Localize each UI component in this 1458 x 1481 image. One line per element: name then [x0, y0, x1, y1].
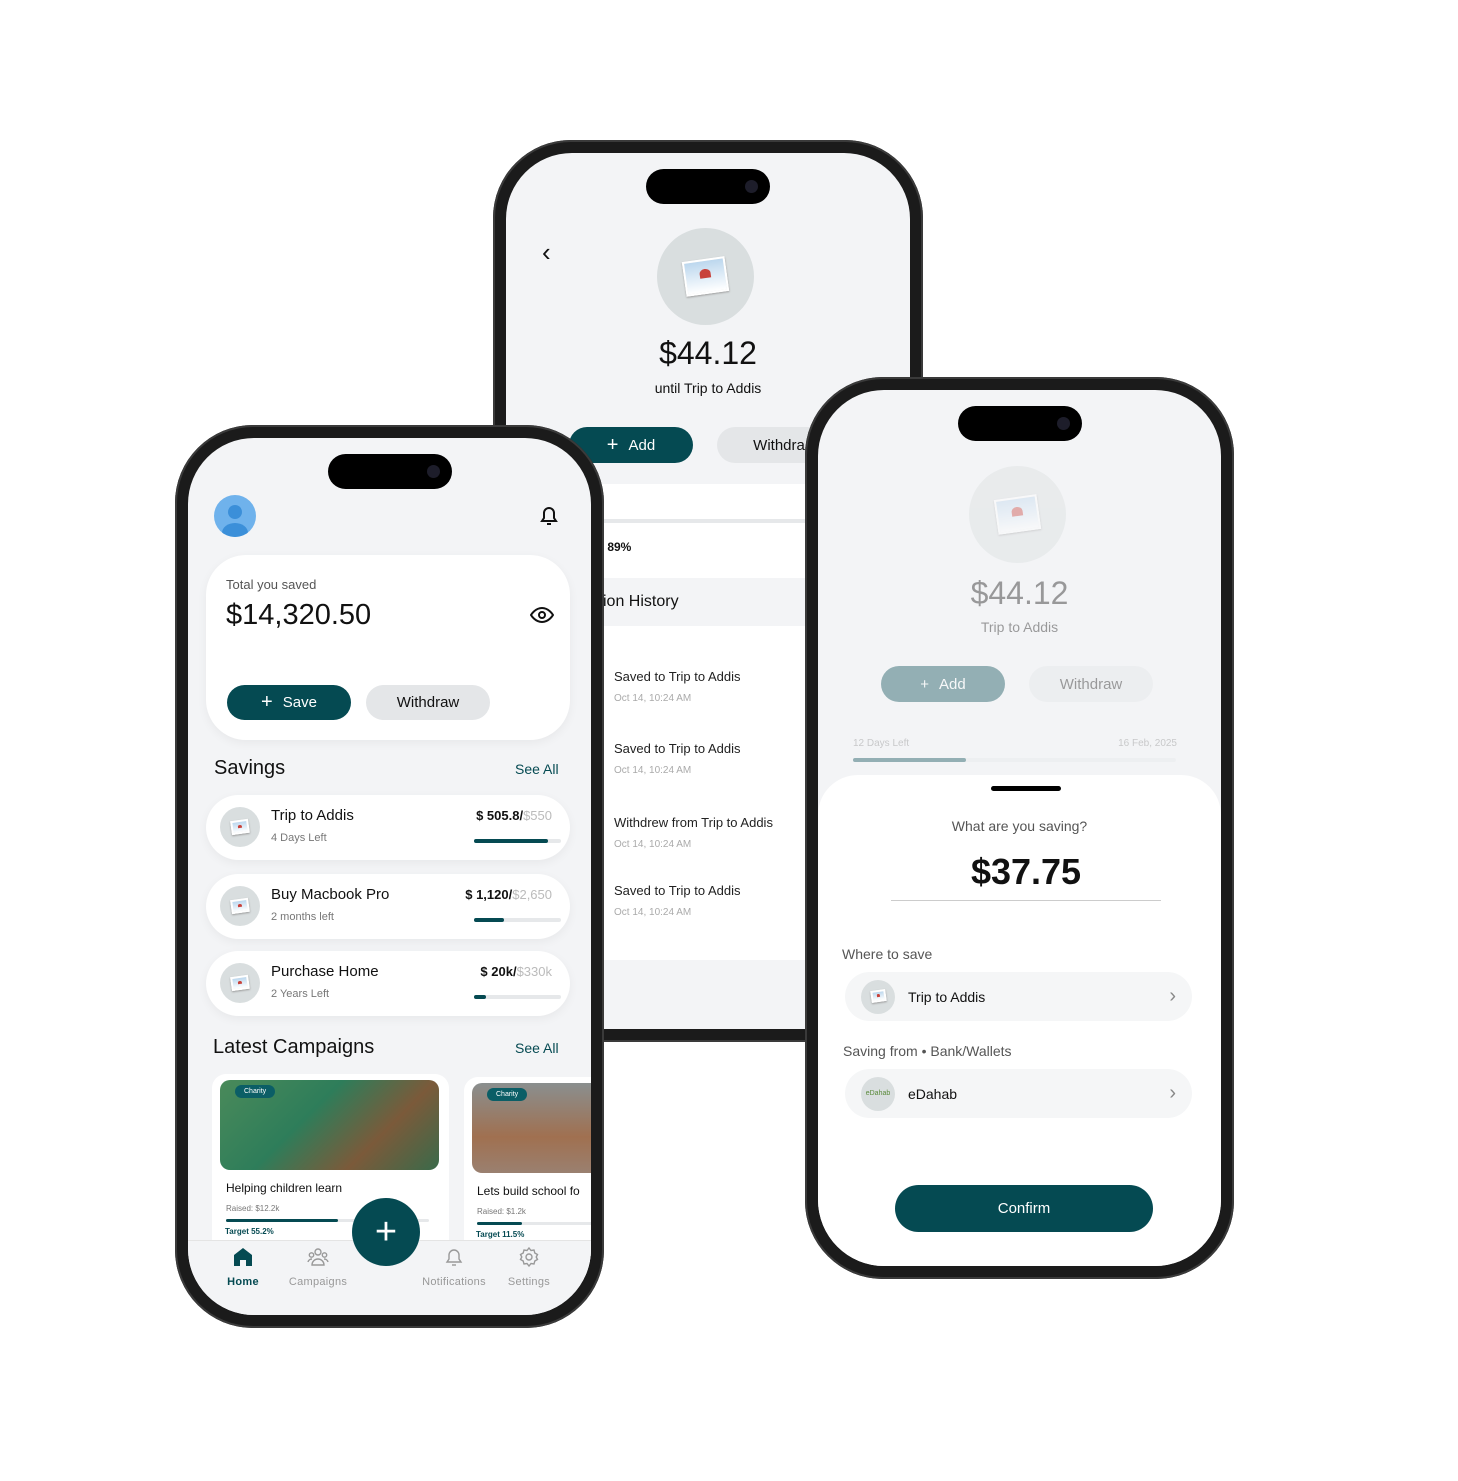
- campaign-image: Charity: [220, 1080, 439, 1170]
- saving-amount: $ 1,120/$2,650: [465, 887, 552, 902]
- bg-withdraw-button: Withdraw: [1029, 666, 1153, 702]
- campaign-progress: [477, 1222, 591, 1225]
- bg-add-button: + Add: [881, 666, 1005, 702]
- saving-title: Purchase Home: [271, 963, 379, 980]
- from-label: Saving from • Bank/Wallets: [843, 1043, 1012, 1059]
- campaign-title: Helping children learn: [226, 1181, 343, 1195]
- confirm-button[interactable]: Confirm: [895, 1185, 1153, 1232]
- savings-see-all[interactable]: See All: [515, 761, 559, 777]
- people-icon: [307, 1248, 329, 1266]
- eye-icon[interactable]: [530, 607, 554, 623]
- edahab-logo: eDahab: [861, 1076, 895, 1111]
- total-label: Total you saved: [226, 577, 317, 592]
- where-select[interactable]: Trip to Addis ›: [845, 972, 1192, 1021]
- goal-thumb: [861, 979, 895, 1014]
- campaign-tag: Charity: [487, 1088, 528, 1101]
- saving-progress: [474, 995, 561, 999]
- bottom-sheet: What are you saving? $37.75 Where to sav…: [818, 775, 1221, 1266]
- question-label: What are you saving?: [951, 818, 1088, 834]
- dynamic-island: [646, 169, 770, 204]
- saving-subtitle: 2 Years Left: [271, 988, 330, 1000]
- plus-icon: +: [261, 691, 273, 713]
- home-icon: [234, 1248, 252, 1266]
- bg-subtitle: Trip to Addis: [980, 619, 1059, 635]
- phone-save-sheet: $44.12 Trip to Addis + Add Withdraw 12 Da…: [805, 377, 1234, 1279]
- where-label: Where to save: [842, 946, 933, 962]
- campaigns-see-all[interactable]: See All: [515, 1040, 559, 1056]
- save-button[interactable]: + Save: [227, 685, 351, 720]
- saving-title: Trip to Addis: [271, 807, 354, 824]
- history-title: ion History: [603, 593, 679, 610]
- transaction-item[interactable]: Saved to Trip to Addis Oct 14, 10:24 AM: [614, 883, 740, 918]
- total-amount: $14,320.50: [226, 599, 372, 631]
- back-icon[interactable]: ‹: [542, 237, 551, 268]
- chevron-right-icon: ›: [1169, 1082, 1176, 1104]
- bell-icon[interactable]: [537, 503, 561, 527]
- gear-icon: [519, 1246, 539, 1268]
- dynamic-island: [327, 454, 452, 489]
- saving-icon: [220, 886, 260, 926]
- saving-item[interactable]: Trip to Addis 4 Days Left $ 505.8/$550: [206, 795, 570, 860]
- campaign-raised: Raised: $1.2k: [477, 1207, 526, 1216]
- saving-title: Buy Macbook Pro: [271, 886, 390, 903]
- bell-icon: [445, 1249, 463, 1266]
- phone-home: Total you saved $14,320.50 + Save Withdra…: [175, 425, 604, 1328]
- days-left: 12 Days Left: [853, 738, 910, 749]
- goal-amount: $44.12: [659, 335, 757, 371]
- target-label: t 89%: [600, 540, 632, 554]
- savings-title: Savings: [214, 757, 286, 779]
- nav-campaigns[interactable]: Campaigns: [283, 1246, 353, 1288]
- save-screen: $44.12 Trip to Addis + Add Withdraw 12 Da…: [818, 390, 1221, 1266]
- transaction-item[interactable]: Withdrew from Trip to Addis Oct 14, 10:24…: [614, 815, 773, 850]
- balance-card: Total you saved $14,320.50 + Save Withdra…: [206, 555, 570, 740]
- saving-amount: $ 20k/$330k: [480, 964, 552, 979]
- chevron-right-icon: ›: [1169, 985, 1176, 1007]
- campaign-title: Lets build school fo: [477, 1184, 580, 1198]
- plus-icon: +: [606, 433, 619, 456]
- withdraw-button[interactable]: Withdraw: [366, 685, 490, 720]
- campaign-image: Charity: [472, 1083, 591, 1173]
- plus-icon: +: [374, 1210, 398, 1253]
- from-select[interactable]: eDahab eDahab ›: [845, 1069, 1192, 1118]
- nav-settings[interactable]: Settings: [494, 1246, 564, 1288]
- transaction-item[interactable]: Saved to Trip to Addis Oct 14, 10:24 AM: [614, 741, 740, 776]
- bg-progress-bar: [853, 758, 1176, 762]
- fab-add-button[interactable]: +: [352, 1198, 420, 1266]
- campaign-target: Target 11.5%: [476, 1230, 525, 1239]
- goal-avatar: [657, 228, 754, 325]
- photo-icon: [681, 256, 730, 297]
- saving-amount: $ 505.8/$550: [476, 808, 552, 823]
- goal-avatar: [969, 466, 1066, 563]
- saving-icon: [220, 807, 260, 847]
- saving-subtitle: 4 Days Left: [271, 832, 327, 844]
- campaign-target: Target 55.2%: [225, 1227, 274, 1236]
- campaign-raised: Raised: $12.2k: [226, 1204, 280, 1213]
- goal-date: 16 Feb, 2025: [1118, 738, 1177, 749]
- saving-item[interactable]: Purchase Home 2 Years Left $ 20k/$330k: [206, 951, 570, 1016]
- home-screen: Total you saved $14,320.50 + Save Withdra…: [188, 438, 591, 1315]
- bg-amount: $44.12: [970, 575, 1069, 611]
- campaigns-title: Latest Campaigns: [213, 1036, 375, 1058]
- saving-subtitle: 2 months left: [271, 911, 334, 923]
- saving-item[interactable]: Buy Macbook Pro 2 months left $ 1,120/$2…: [206, 874, 570, 939]
- sheet-handle[interactable]: [991, 786, 1061, 791]
- nav-notifications[interactable]: Notifications: [414, 1246, 494, 1288]
- campaign-tag: Charity: [235, 1085, 276, 1098]
- transaction-item[interactable]: Saved to Trip to Addis Oct 14, 10:24 AM: [614, 669, 740, 704]
- avatar[interactable]: [214, 495, 256, 537]
- nav-home[interactable]: Home: [208, 1246, 278, 1288]
- amount-input[interactable]: $37.75: [891, 851, 1161, 901]
- saving-progress: [474, 839, 561, 843]
- saving-icon: [220, 963, 260, 1003]
- saving-progress: [474, 918, 561, 922]
